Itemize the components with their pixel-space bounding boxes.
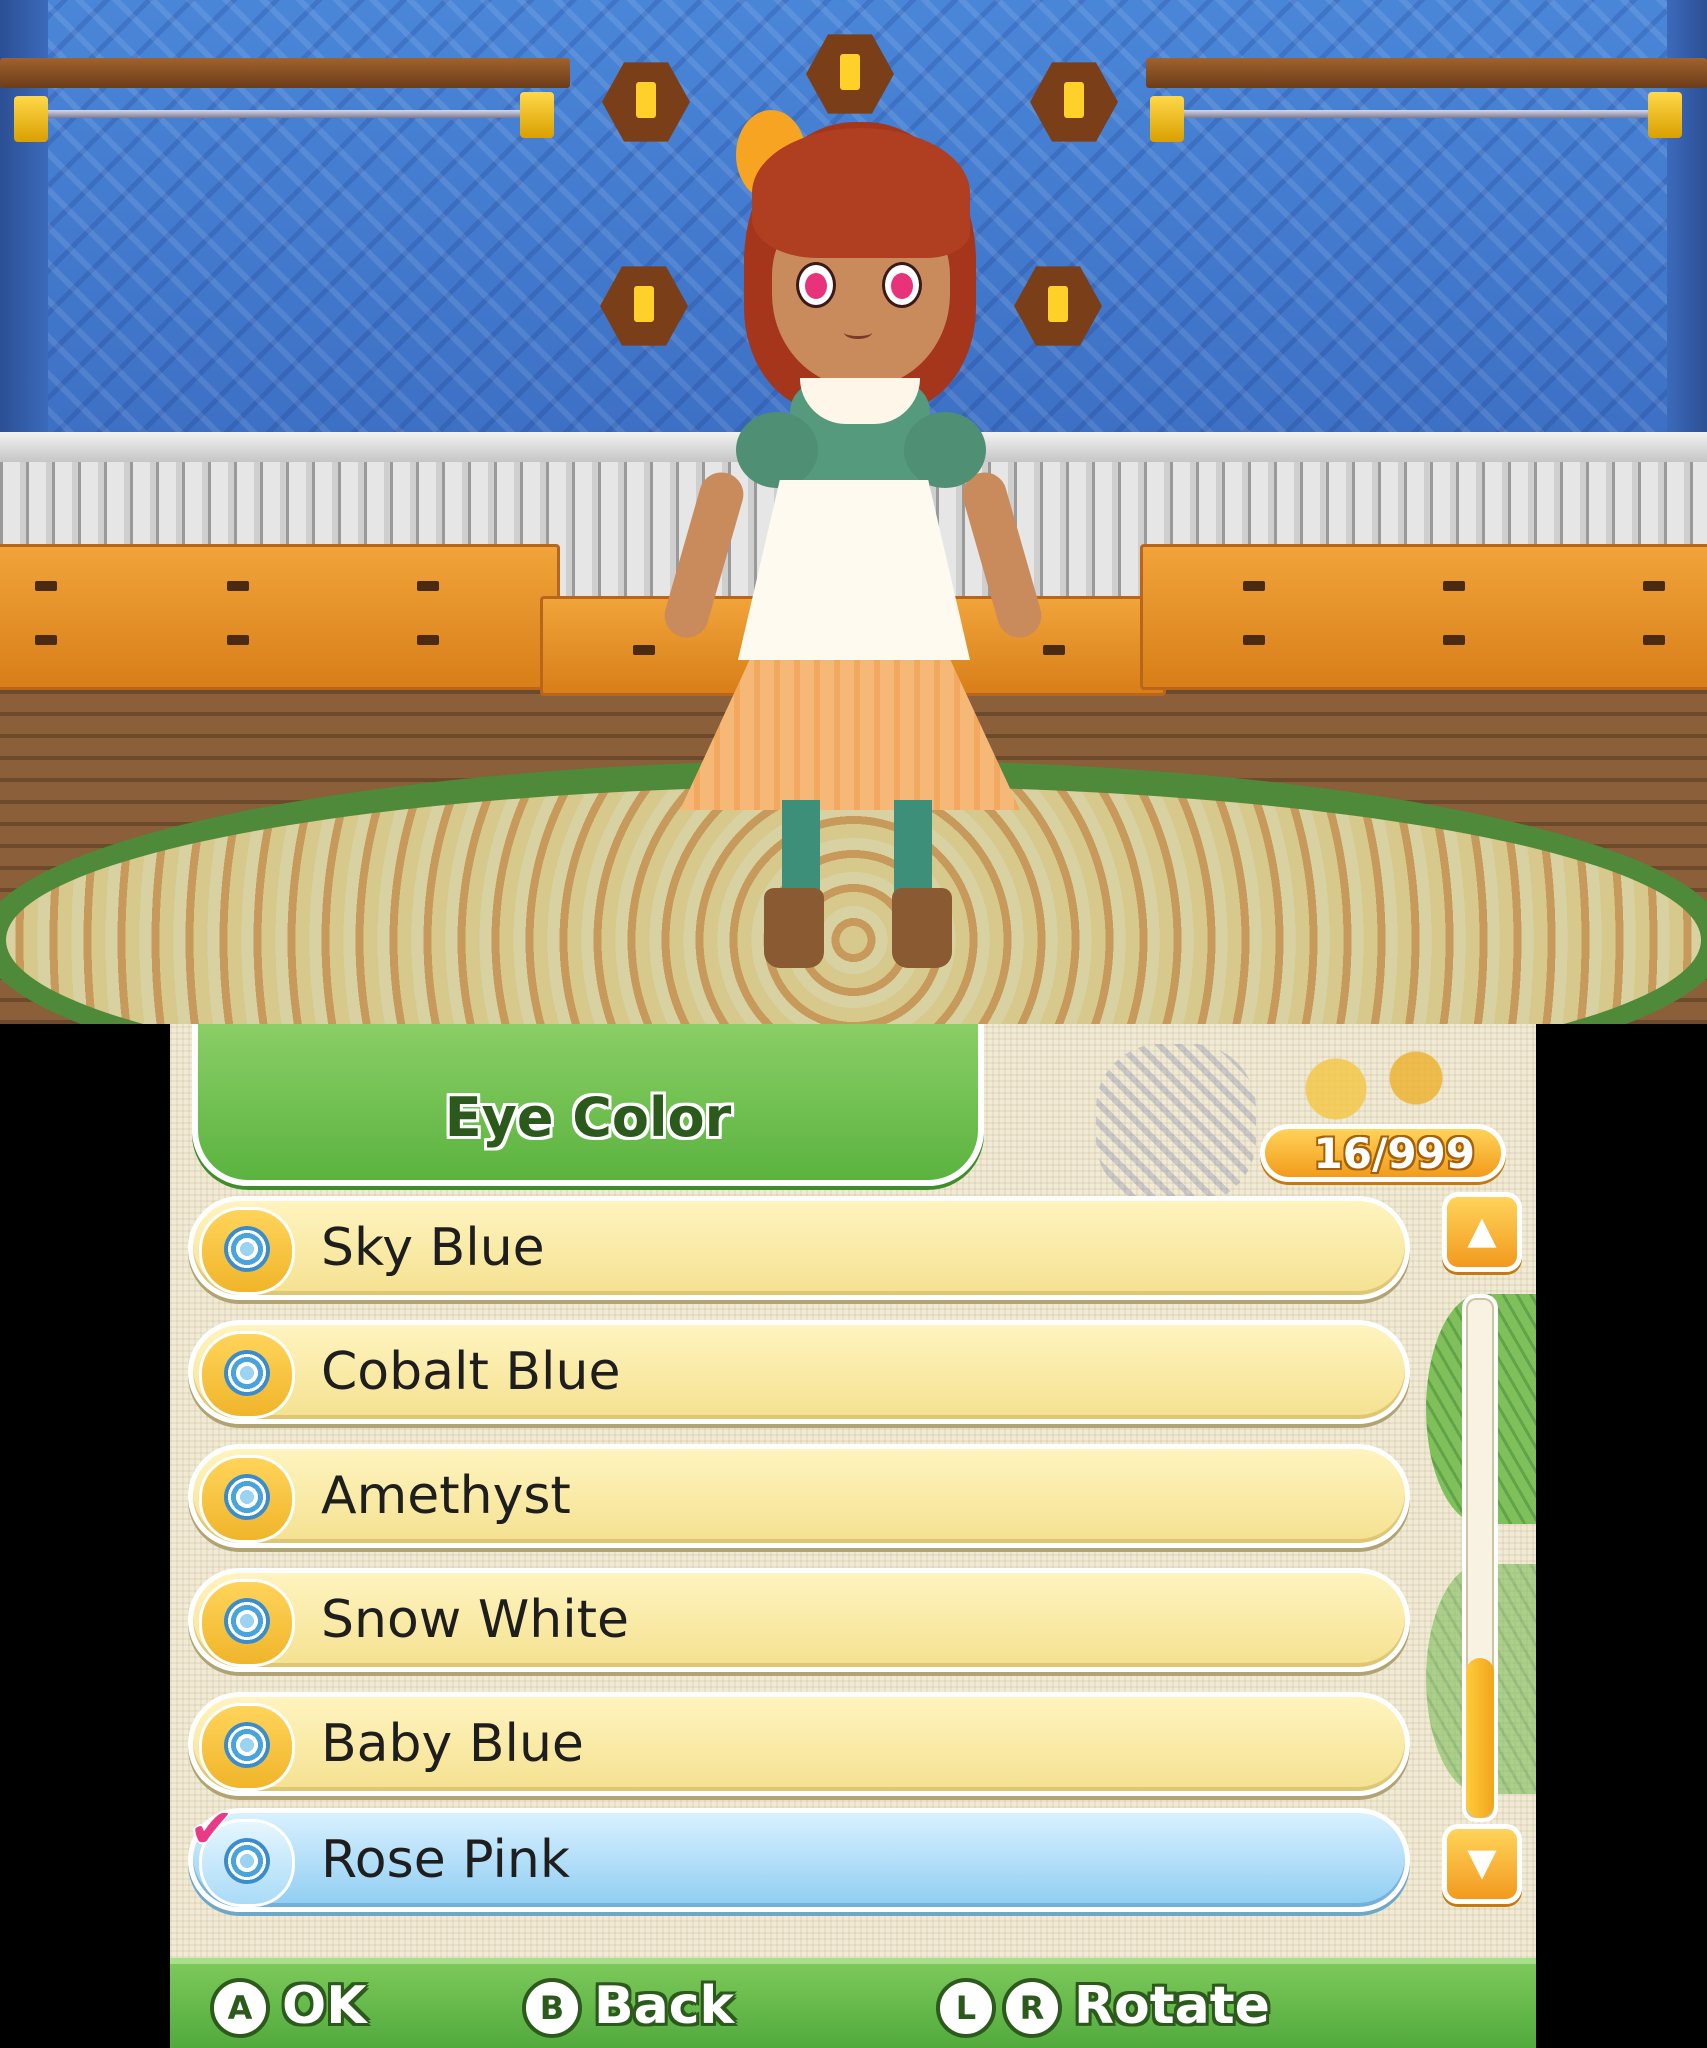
list-item-sky-blue[interactable]: Sky Blue <box>188 1196 1410 1300</box>
r-button-icon: R <box>1002 1978 1062 2038</box>
character-arm-left <box>659 467 749 643</box>
character-arm-right <box>957 467 1047 643</box>
list-item-label: Sky Blue <box>321 1218 545 1278</box>
button-hint-bar: A OK B Back L R Rotate <box>170 1958 1536 2048</box>
menu-title: Eye Color <box>444 1086 732 1149</box>
list-item-label: Amethyst <box>321 1466 571 1526</box>
ok-label: OK <box>282 1976 367 2036</box>
list-item-rose-pink[interactable]: ✔ Rose Pink <box>188 1797 1410 1912</box>
back-button[interactable]: B Back <box>522 1976 734 2042</box>
character-mouth <box>844 326 872 339</box>
b-button-icon: B <box>522 1978 582 2038</box>
checkmark-icon: ✔ <box>189 1797 235 1860</box>
list-item-amethyst[interactable]: Amethyst <box>188 1444 1410 1548</box>
arrow-up-icon: ▲ <box>1467 1208 1497 1252</box>
ring-icon <box>224 1474 270 1520</box>
character-boot-left <box>764 888 824 968</box>
character-bangs <box>752 128 970 258</box>
a-button-icon: A <box>210 1978 270 2038</box>
character-leg-right <box>894 800 932 900</box>
rotate-button[interactable]: L R Rotate <box>936 1976 1276 2042</box>
touch-screen: Eye Color 16/999 Sky Blue Cobalt Blue Am… <box>0 1024 1707 2048</box>
list-item-label: Snow White <box>321 1590 630 1650</box>
back-label: Back <box>594 1976 735 2036</box>
eye-color-menu: Eye Color 16/999 Sky Blue Cobalt Blue Am… <box>170 1024 1536 2048</box>
scroll-up-button[interactable]: ▲ <box>1442 1192 1522 1272</box>
character-sleeve-left <box>736 412 818 488</box>
character-sleeve-right <box>904 412 986 488</box>
list-item-baby-blue[interactable]: Baby Blue <box>188 1692 1410 1796</box>
ring-icon <box>224 1722 270 1768</box>
option-icon-frame <box>199 1703 295 1791</box>
character-eye-right <box>882 262 922 308</box>
character-preview-screen <box>0 0 1707 1024</box>
character-eye-left <box>796 262 836 308</box>
scrollbar-track[interactable] <box>1462 1294 1498 1822</box>
scrollbar-thumb[interactable] <box>1466 1658 1494 1818</box>
ring-icon <box>224 1226 270 1272</box>
list-item-label: Rose Pink <box>321 1830 570 1890</box>
ring-icon <box>224 1350 270 1396</box>
rotate-label: Rotate <box>1074 1976 1270 2036</box>
list-item-snow-white[interactable]: Snow White <box>188 1568 1410 1672</box>
list-item-label: Cobalt Blue <box>321 1342 621 1402</box>
character-leg-left <box>782 800 820 900</box>
list-item-label: Baby Blue <box>321 1714 584 1774</box>
option-icon-frame <box>199 1579 295 1667</box>
ok-button[interactable]: A OK <box>210 1976 370 2042</box>
character-boot-right <box>892 888 952 968</box>
ring-icon <box>224 1598 270 1644</box>
option-icon-frame <box>199 1331 295 1419</box>
arrow-down-icon: ▼ <box>1467 1840 1497 1884</box>
menu-title-tab: Eye Color <box>192 1024 984 1186</box>
scroll-down-button[interactable]: ▼ <box>1442 1824 1522 1904</box>
option-icon-frame <box>199 1207 295 1295</box>
option-icon-frame <box>199 1455 295 1543</box>
player-character <box>0 0 1707 1024</box>
item-counter: 16/999 <box>1260 1124 1506 1182</box>
decorative-pattern <box>1096 1044 1256 1204</box>
list-item-cobalt-blue[interactable]: Cobalt Blue <box>188 1320 1410 1424</box>
character-apron <box>738 480 970 660</box>
l-button-icon: L <box>936 1978 996 2038</box>
